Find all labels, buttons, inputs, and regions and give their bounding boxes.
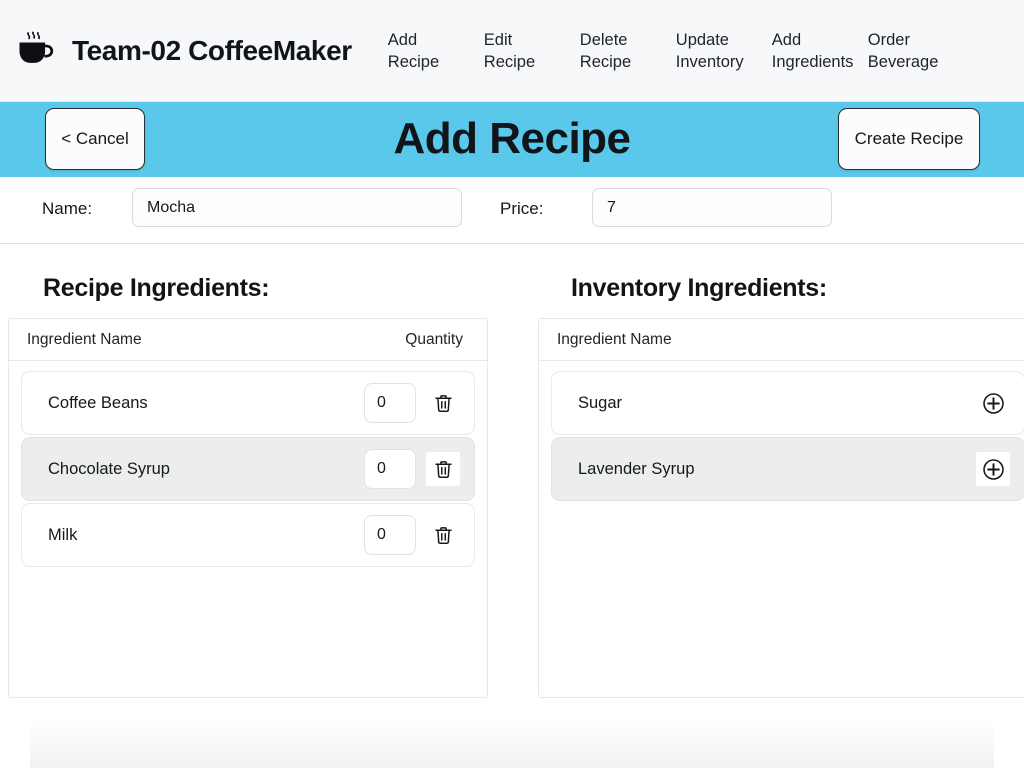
nav-item-edit-recipe[interactable]: Edit Recipe (478, 29, 574, 73)
nav-item-add-ingredients[interactable]: Add Ingredients (766, 29, 862, 73)
delete-ingredient-button[interactable] (426, 386, 460, 420)
nav-item-edit-recipe-line1: Edit (483, 30, 513, 49)
recipe-col-ingredient-name: Ingredient Name (27, 330, 142, 348)
price-label: Price: (500, 199, 544, 218)
nav-item-order-beverage-line2: Beverage (867, 52, 939, 71)
nav-item-add-ingredients-line1: Add (771, 30, 802, 49)
inventory-ingredients-panel: Ingredient Name Sugar Lavender Syrup (538, 318, 1024, 698)
recipe-ingredients-list: Coffee Beans Chocolate Syrup (9, 361, 487, 567)
brand-title: Team-02 CoffeeMaker (72, 34, 352, 66)
table-row[interactable]: Coffee Beans (21, 371, 475, 435)
top-navigation-bar: Team-02 CoffeeMaker Add Recipe Edit Reci… (0, 0, 1024, 102)
coffee-cup-icon (14, 28, 60, 74)
inventory-ingredients-table-header: Ingredient Name (539, 319, 1024, 361)
recipe-row-quantity-input[interactable] (364, 449, 416, 489)
inventory-row-name: Lavender Syrup (578, 459, 695, 478)
add-ingredient-button[interactable] (976, 386, 1010, 420)
nav-item-delete-recipe-line1: Delete (579, 30, 628, 49)
nav-links: Add Recipe Edit Recipe Delete Recipe Upd… (382, 29, 1024, 73)
inventory-col-ingredient-name: Ingredient Name (557, 330, 672, 348)
recipe-ingredients-heading: Recipe Ingredients: (43, 274, 270, 302)
brand[interactable]: Team-02 CoffeeMaker (0, 28, 352, 74)
recipe-ingredients-panel: Ingredient Name Quantity Coffee Beans 0 … (8, 318, 488, 698)
plus-circle-icon (981, 457, 1006, 482)
nav-item-update-inventory[interactable]: Update Inventory (670, 29, 766, 73)
delete-ingredient-button[interactable] (426, 518, 460, 552)
bottom-shadow (30, 716, 994, 768)
create-recipe-button[interactable]: Create Recipe (838, 108, 980, 170)
recipe-row-quantity-input[interactable] (364, 383, 416, 423)
recipe-col-quantity: Quantity (405, 330, 463, 348)
inventory-row-name: Sugar (578, 393, 623, 412)
nav-item-delete-recipe[interactable]: Delete Recipe (574, 29, 670, 73)
nav-item-add-recipe[interactable]: Add Recipe (382, 29, 478, 73)
recipe-row-quantity-input[interactable] (364, 515, 416, 555)
recipe-row-name: Milk (48, 525, 78, 544)
delete-ingredient-button[interactable] (426, 452, 460, 486)
nav-item-delete-recipe-line2: Recipe (579, 52, 632, 71)
recipe-price-input[interactable] (592, 188, 832, 227)
list-item[interactable]: Lavender Syrup (551, 437, 1024, 501)
recipe-row-name: Chocolate Syrup (48, 459, 170, 478)
recipe-ingredients-table-header: Ingredient Name Quantity (9, 319, 487, 361)
nav-item-order-beverage-line1: Order (867, 30, 910, 49)
inventory-ingredients-heading: Inventory Ingredients: (571, 274, 827, 302)
nav-item-add-recipe-line1: Add (387, 30, 418, 49)
recipe-row-name: Coffee Beans (48, 393, 148, 412)
table-row[interactable]: Chocolate Syrup (21, 437, 475, 501)
plus-circle-icon (981, 391, 1006, 416)
nav-item-update-inventory-line1: Update (675, 30, 729, 49)
trash-icon (433, 525, 454, 546)
inventory-ingredients-list: Sugar Lavender Syrup (539, 361, 1024, 501)
nav-item-add-ingredients-line2: Ingredients (771, 52, 854, 71)
nav-item-edit-recipe-line2: Recipe (483, 52, 536, 71)
list-item[interactable]: Sugar (551, 371, 1024, 435)
add-ingredient-button[interactable] (976, 452, 1010, 486)
recipe-name-input[interactable] (132, 188, 462, 227)
nav-item-order-beverage[interactable]: Order Beverage (862, 29, 958, 73)
trash-icon (433, 393, 454, 414)
nav-item-update-inventory-line2: Inventory (675, 52, 744, 71)
app-window: Team-02 CoffeeMaker Add Recipe Edit Reci… (0, 0, 1024, 768)
table-row[interactable]: Milk (21, 503, 475, 567)
name-label: Name: (42, 199, 93, 218)
nav-item-add-recipe-line2: Recipe (387, 52, 440, 71)
trash-icon (433, 459, 454, 480)
